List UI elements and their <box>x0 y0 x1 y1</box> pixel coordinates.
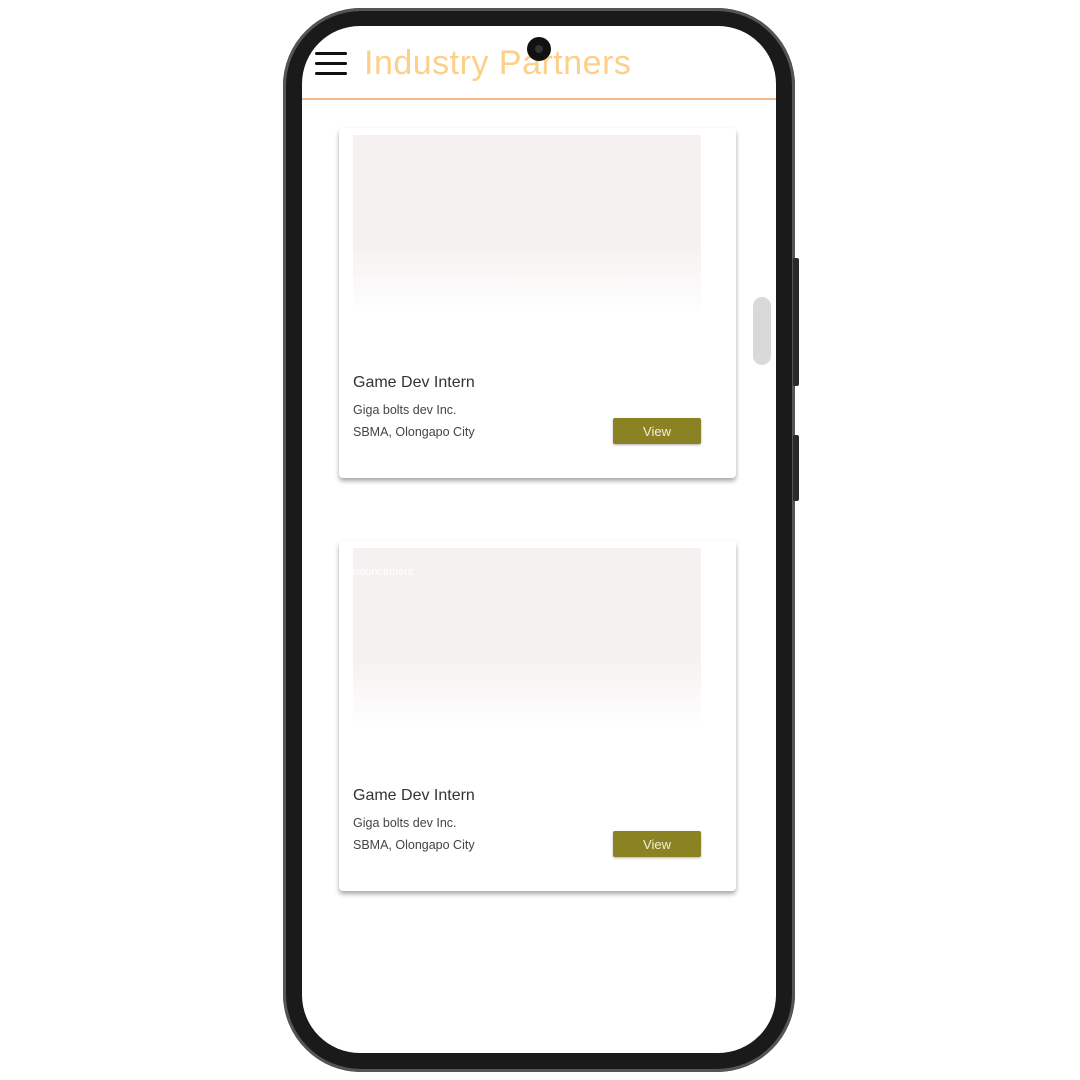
job-title: Game Dev Intern <box>353 787 475 804</box>
page-title: Industry Partners <box>364 44 632 82</box>
screen: Industry Partners Game Dev Intern Giga b… <box>302 26 776 1053</box>
image-caption: nouncement <box>353 566 414 578</box>
view-button[interactable]: View <box>613 831 701 857</box>
power-button <box>793 435 799 501</box>
location: SBMA, Olongapo City <box>353 425 475 439</box>
card-image <box>353 135 701 315</box>
job-title: Game Dev Intern <box>353 374 475 391</box>
view-button[interactable]: View <box>613 418 701 444</box>
card-image: nouncement <box>353 548 701 728</box>
partner-card: nouncement Game Dev Intern Giga bolts de… <box>339 541 736 891</box>
hamburger-menu-icon[interactable] <box>315 52 347 76</box>
location: SBMA, Olongapo City <box>353 838 475 852</box>
scrollbar-thumb[interactable] <box>753 297 771 365</box>
volume-button <box>793 258 799 386</box>
camera-icon <box>527 37 551 61</box>
company-name: Giga bolts dev Inc. <box>353 403 457 417</box>
company-name: Giga bolts dev Inc. <box>353 816 457 830</box>
partner-card: Game Dev Intern Giga bolts dev Inc. SBMA… <box>339 128 736 478</box>
